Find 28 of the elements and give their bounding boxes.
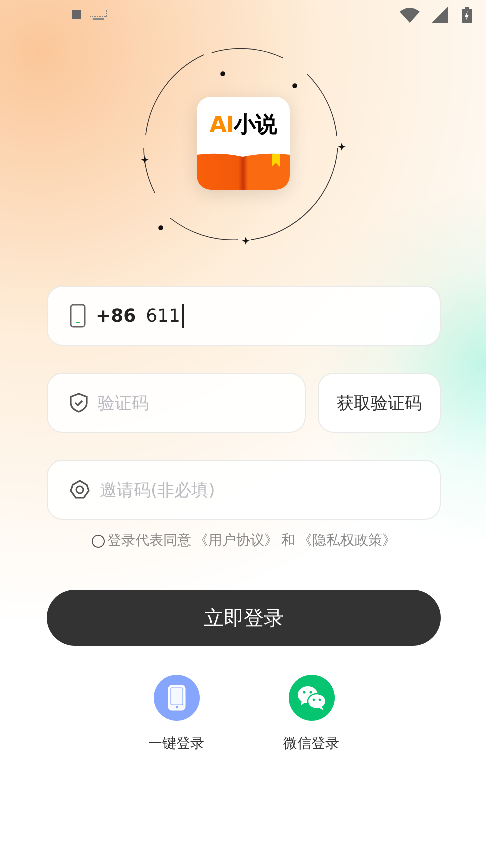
invite-code-field[interactable]: 邀请码(非必填) (47, 460, 441, 520)
phone-icon (168, 685, 186, 711)
verification-code-field[interactable]: 验证码 (47, 373, 306, 433)
open-book-icon (197, 153, 290, 190)
agreement-checkbox[interactable] (92, 534, 104, 548)
placeholder-text: 邀请码(非必填) (100, 480, 216, 502)
wifi-icon (400, 7, 420, 23)
quick-login-button[interactable] (288, 675, 334, 721)
privacy-policy-link[interactable]: 《隐私权政策》 (298, 532, 396, 550)
quick-login-label: 一键登录 (148, 735, 204, 753)
phone-icon (70, 304, 86, 328)
quick-login-label: 微信登录 (284, 735, 340, 753)
user-agreement-link[interactable]: 《用户协议》 (194, 532, 278, 550)
agreement-text: 登录代表同意 (108, 532, 192, 550)
signal-icon (432, 7, 448, 23)
phone-value: 611 (146, 304, 184, 328)
get-code-button[interactable]: 获取验证码 (318, 373, 441, 433)
logo-text: AI小说 (210, 112, 278, 140)
placeholder-text: 验证码 (98, 392, 149, 414)
quick-login-button[interactable] (154, 675, 200, 721)
conjunction-text: 和 (282, 532, 296, 550)
country-code: +86 (96, 306, 136, 326)
chat-bubbles-icon (296, 685, 326, 711)
shield-check-icon (70, 393, 88, 413)
keyboard-icon (90, 10, 107, 20)
battery-charging-icon (462, 7, 472, 23)
login-button[interactable]: 立即登录 (47, 590, 441, 646)
phone-field[interactable]: +86 611 (47, 286, 441, 346)
